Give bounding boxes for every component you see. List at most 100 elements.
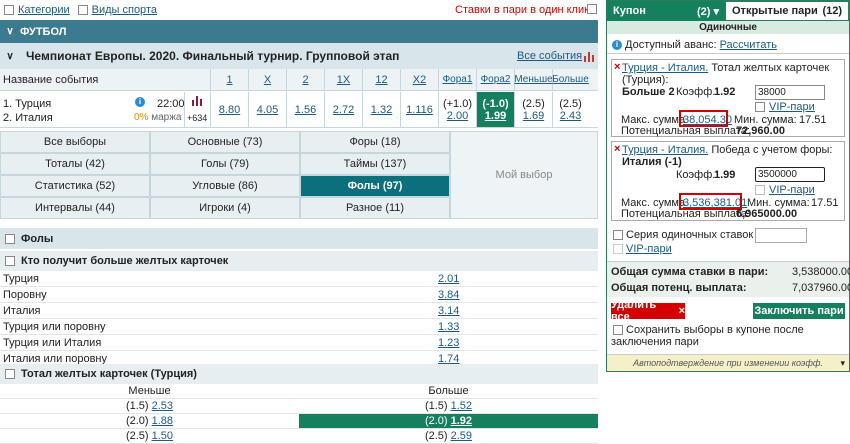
odd-value[interactable]: 8.80 [219,104,240,116]
odd-value[interactable]: 2.00 [447,110,468,122]
odd-value[interactable]: 1.88 [152,415,173,427]
more-markets-count[interactable]: +634 [187,113,207,123]
series-checkbox[interactable] [613,230,623,240]
stats-icon[interactable] [584,51,594,65]
sports-link[interactable]: Виды спорта [92,4,157,16]
fouls-checkbox[interactable] [5,233,15,244]
series-input[interactable] [755,228,807,243]
selected-outcome[interactable]: (2.0) 1.92 [299,414,598,428]
odd-x[interactable]: 4.05 [248,92,286,127]
odd-value[interactable]: 1.50 [152,430,173,442]
vip-link[interactable]: VIP-пари [626,243,672,255]
place-bet-button[interactable]: Заключить пари [753,303,845,319]
tab-players[interactable]: Игроки (4) [150,197,300,219]
delete-all-button[interactable]: Удалить все × [611,299,685,323]
col-header-more[interactable]: Больше [552,69,589,90]
odd-value[interactable]: 4.05 [257,104,278,116]
tab-goals[interactable]: Голы (79) [150,153,300,175]
odd-more[interactable]: (2.5) 2.43 [552,92,588,127]
odd-value[interactable]: 2.01 [438,273,459,285]
bet-event-link[interactable]: Турция - Италия. [622,62,708,74]
tab-main[interactable]: Основные (73) [150,131,300,153]
odd-fora1[interactable]: (+1.0) 2.00 [438,92,476,127]
odd-value[interactable]: 1.32 [371,104,392,116]
tab-halves[interactable]: Таймы (137) [300,153,450,175]
odd-1[interactable]: 8.80 [210,92,248,127]
odd-fora2-selected[interactable]: (-1.0) 1.99 [476,92,514,127]
tab-all[interactable]: Все выборы [0,131,150,153]
odd-value[interactable]: 1.92 [451,415,472,427]
market-header[interactable]: Тотал желтых карточек (Турция) [0,364,598,384]
odd-value[interactable]: 1.33 [438,321,459,333]
market-checkbox[interactable] [5,369,15,379]
chevron-down-icon[interactable]: ∨ [0,51,20,62]
info-icon[interactable]: i [612,40,622,50]
col-header-x[interactable]: X [248,69,286,90]
odd-12[interactable]: 1.32 [362,92,400,127]
one-click-checkbox[interactable] [587,4,597,14]
stats-icon[interactable] [192,96,202,109]
odd-value[interactable]: 1.52 [451,400,472,412]
col-header-2[interactable]: 2 [286,69,324,90]
tab-fouls[interactable]: Фолы (97) [300,175,450,197]
odd-less[interactable]: (2.5) 1.69 [514,92,552,127]
col-header-1[interactable]: 1 [210,69,248,90]
odd-value[interactable]: 2.72 [333,104,354,116]
odd-value[interactable]: 2.59 [451,430,472,442]
stake-input[interactable]: 3500000 [755,167,825,182]
chevron-down-icon[interactable]: ▾ [840,358,845,369]
tab-corners[interactable]: Угловые (86) [150,175,300,197]
col-header-1x[interactable]: 1X [324,69,362,90]
odd-value[interactable]: 2.53 [152,400,173,412]
tab-coupon[interactable]: Купон (2) ▾ [607,1,725,21]
sports-checkbox[interactable] [77,5,88,15]
odd-2[interactable]: 1.56 [286,92,324,127]
tournament-header[interactable]: ∨ Чемпионат Европы. 2020. Финальный турн… [0,43,598,69]
odd-value[interactable]: 1.116 [406,104,433,116]
odd-value[interactable]: 1.23 [438,337,459,349]
odd-value[interactable]: 1.99 [485,110,506,122]
market-header[interactable]: Кто получит больше желтых карточек [0,251,598,271]
col-header-less[interactable]: Меньше [514,69,553,90]
vip-link[interactable]: VIP-пари [769,101,815,113]
bet-event-link[interactable]: Турция - Италия. [622,144,708,156]
categories-link[interactable]: Категории [18,4,70,16]
categories-checkbox[interactable] [4,5,14,15]
vip-checkbox[interactable] [755,185,765,195]
info-icon[interactable]: i [135,97,145,107]
all-events-link[interactable]: Все события [517,50,582,62]
fouls-group-header[interactable]: Фолы [0,228,598,249]
auto-confirm-bar[interactable]: Автоподтверждение при изменении коэфф. ▾ [607,354,849,371]
odd-1x[interactable]: 2.72 [324,92,362,127]
tab-misc[interactable]: Разное (11) [300,197,450,219]
remove-bet-icon[interactable]: × [614,61,620,73]
team2-name[interactable]: 2. Италия [3,112,53,124]
odd-value[interactable]: 3.14 [438,305,459,317]
remove-bet-icon[interactable]: × [614,143,620,155]
chevron-down-icon[interactable]: ∨ [0,26,20,37]
tab-intervals[interactable]: Интервалы (44) [0,197,150,219]
odd-x2[interactable]: 1.116 [400,92,438,127]
odd-value[interactable]: 3.84 [438,289,459,301]
vip-checkbox[interactable] [613,244,623,254]
market-checkbox[interactable] [5,256,15,266]
tab-totals[interactable]: Тоталы (42) [0,153,150,175]
tab-my-choice[interactable]: Мой выбор [450,131,598,219]
tab-stats[interactable]: Статистика (52) [0,175,150,197]
col-header-fora1[interactable]: Фора1 [438,69,476,90]
chevron-down-icon[interactable]: ▾ [713,6,719,18]
vip-link[interactable]: VIP-пари [769,184,815,196]
sport-header[interactable]: ∨ ФУТБОЛ [0,20,598,43]
vip-checkbox[interactable] [755,102,765,112]
tab-open-bets[interactable]: Открытые пари (12) [725,1,849,21]
odd-value[interactable]: 1.74 [438,353,459,365]
col-header-12[interactable]: 12 [362,69,400,90]
odd-value[interactable]: 2.43 [560,110,581,122]
odd-value[interactable]: 1.56 [295,104,316,116]
col-header-x2[interactable]: X2 [400,69,438,90]
tab-foras[interactable]: Форы (18) [300,131,450,153]
odd-value[interactable]: 1.69 [523,110,544,122]
event-more[interactable]: +634 [184,92,210,127]
team1-name[interactable]: 1. Турция [3,98,51,110]
stake-input[interactable]: 38000 [755,85,825,100]
